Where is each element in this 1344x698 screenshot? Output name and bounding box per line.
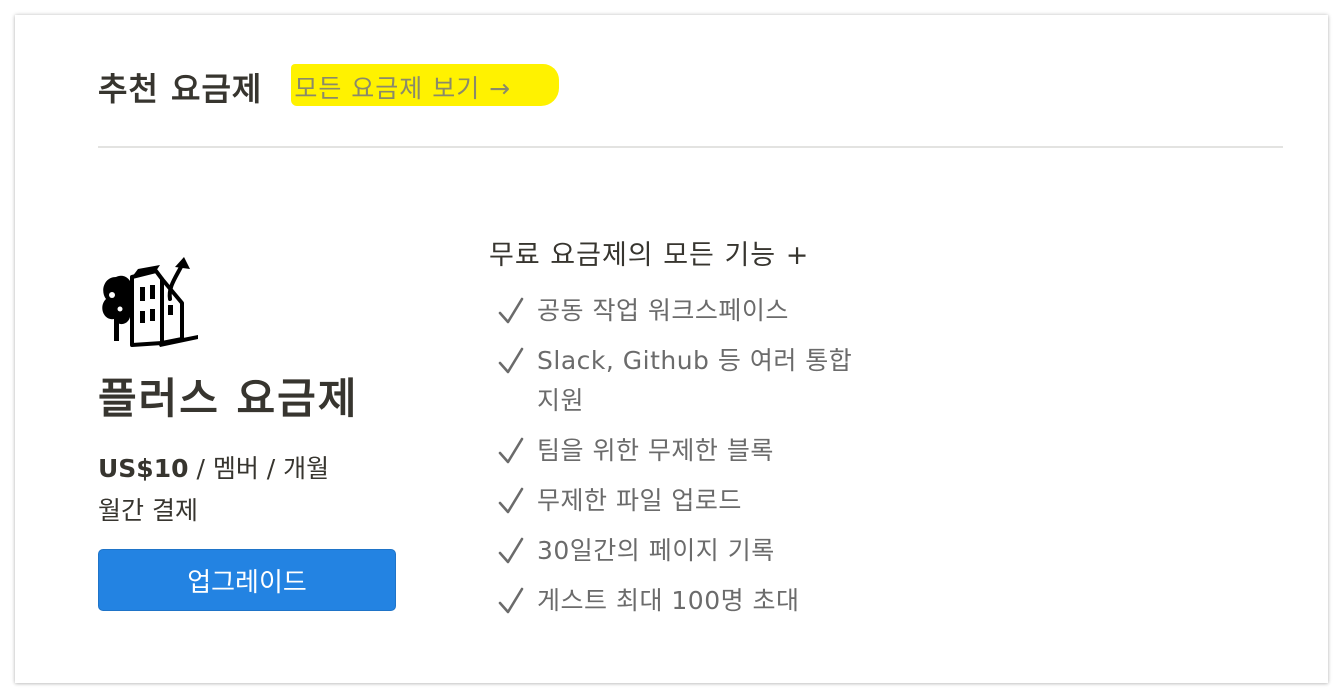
checkmark-icon bbox=[498, 587, 524, 614]
feature-text: 30일간의 페이지 기록 bbox=[537, 536, 775, 565]
section-title: 추천 요금제 bbox=[98, 70, 263, 108]
feature-item: Slack, Github 등 여러 통합 지원 bbox=[497, 341, 897, 421]
price-amount: US$10 bbox=[98, 454, 189, 483]
checkmark-icon bbox=[498, 537, 524, 564]
feature-item: 공동 작업 워크스페이스 bbox=[497, 291, 897, 331]
feature-item: 30일간의 페이지 기록 bbox=[497, 531, 897, 571]
feature-text: 게스트 최대 100명 초대 bbox=[537, 586, 800, 615]
feature-text: 팀을 위한 무제한 블록 bbox=[537, 436, 774, 465]
billing-period: 월간 결제 bbox=[98, 496, 198, 525]
feature-text: Slack, Github 등 여러 통합 지원 bbox=[537, 346, 853, 415]
price-unit: / 멤버 / 개월 bbox=[188, 454, 330, 483]
plan-name: 플러스 요금제 bbox=[98, 374, 359, 423]
feature-text: 무제한 파일 업로드 bbox=[537, 486, 742, 515]
checkmark-icon bbox=[498, 347, 524, 374]
feature-item: 무제한 파일 업로드 bbox=[497, 481, 897, 521]
checkmark-icon bbox=[498, 487, 524, 514]
features-title: 무료 요금제의 모든 기능 + bbox=[489, 240, 810, 271]
plan-price: US$10 / 멤버 / 개월 bbox=[98, 449, 329, 489]
feature-text: 공동 작업 워크스페이스 bbox=[537, 296, 789, 325]
upgrade-button[interactable]: 업그레이드 bbox=[98, 549, 396, 611]
checkmark-icon bbox=[498, 437, 524, 464]
view-all-plans-link[interactable]: 모든 요금제 보기 → bbox=[291, 64, 560, 107]
card-header: 추천 요금제 모든 요금제 보기 → bbox=[98, 64, 560, 108]
building-illustration-icon bbox=[102, 257, 198, 347]
feature-item: 게스트 최대 100명 초대 bbox=[497, 581, 897, 621]
header-divider bbox=[98, 146, 1283, 148]
view-all-plans-label: 모든 요금제 보기 → bbox=[294, 74, 512, 103]
feature-item: 팀을 위한 무제한 블록 bbox=[497, 431, 897, 471]
checkmark-icon bbox=[498, 297, 524, 324]
recommended-plan-card: 추천 요금제 모든 요금제 보기 → 플러스 요금제 US$10 / 멤버 / … bbox=[15, 15, 1328, 683]
features-list: 공동 작업 워크스페이스 Slack, Github 등 여러 통합 지원 팀을… bbox=[497, 291, 897, 631]
